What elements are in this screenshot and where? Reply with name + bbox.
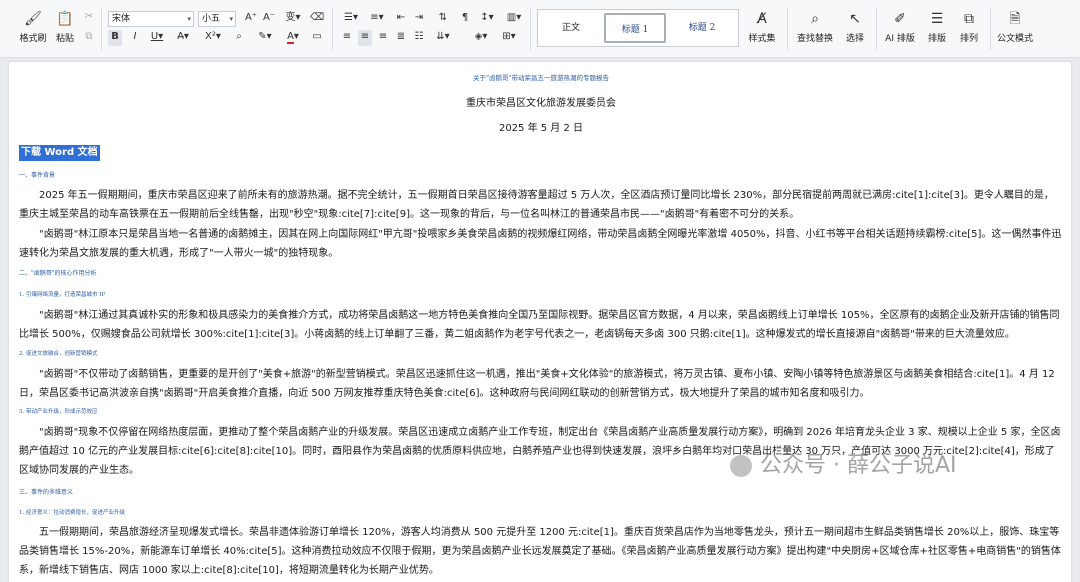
paragraph: "卤鹅哥"不仅带动了卤鹅销售，更重要的是开创了"美食+旅游"的新型营销模式。荣昌…	[19, 369, 1055, 399]
font-size-select[interactable]: 小五 ▾	[198, 11, 236, 27]
style-heading1[interactable]: 标题 1	[604, 13, 666, 43]
arrange-label: 排列	[959, 34, 978, 44]
chevron-down-icon: ▾	[187, 15, 191, 23]
format-painter-button[interactable]: 🖌 格式刷	[18, 10, 48, 44]
increase-indent-icon[interactable]: ⇥	[412, 11, 426, 27]
ai-layout-icon: ✐	[894, 11, 906, 27]
divider	[990, 8, 991, 50]
italic-icon[interactable]: I	[128, 30, 142, 46]
paragraph: "卤鹅哥"林江通过其真诚朴实的形象和极具感染力的美食推介方式，成功将荣昌卤鹅这一…	[19, 310, 1060, 340]
paragraph: "卤鹅哥"林江原本只是荣昌当地一名普通的卤鹅摊主，因其在网上向国际网红"甲亢哥"…	[19, 229, 1062, 259]
subsection-heading: 3. 带动产业升级，形成示范效应	[19, 409, 98, 415]
official-mode-label: 公文模式	[996, 34, 1033, 44]
find-replace-label: 查找替换	[796, 34, 833, 44]
download-word-link[interactable]: 下载 Word 文档	[19, 145, 100, 161]
shading-icon[interactable]: ◈▾	[470, 30, 492, 46]
subsection-heading: 2. 促进文旅融合，创新营销模式	[19, 351, 98, 357]
subscript-icon[interactable]: ⌕	[232, 30, 246, 46]
font-grow-icon[interactable]: A⁺	[244, 11, 258, 27]
style-normal[interactable]: 正文	[542, 13, 600, 43]
text-direction-icon[interactable]: ⇊▾	[432, 30, 454, 46]
subsection-heading: 1. 引爆网络流量，打造荣昌城市 IP	[19, 292, 106, 298]
paste-button[interactable]: 📋 粘贴	[50, 10, 80, 44]
bullets-icon[interactable]: ☰▾	[340, 11, 362, 27]
date-line: 2025 年 5 月 2 日	[498, 123, 584, 134]
format-painter-label: 格式刷	[19, 34, 47, 44]
align-right-icon[interactable]: ≡	[376, 30, 390, 46]
font-size-value: 小五	[202, 14, 221, 24]
font-name-select[interactable]: 宋体 ▾	[108, 11, 194, 27]
chevron-down-icon: ▾	[229, 15, 233, 23]
divider	[332, 8, 333, 50]
align-center-icon[interactable]: ≡	[358, 30, 372, 46]
section-heading: 二、"卤鹅哥"的核心作用分析	[19, 270, 97, 277]
style-heading2[interactable]: 标题 2	[670, 13, 734, 43]
ai-layout-button[interactable]: ✐ AI 排版	[882, 10, 918, 44]
arrange-icon: ⧉	[964, 11, 974, 27]
sort-icon[interactable]: ⇅	[432, 11, 454, 27]
divider	[101, 8, 102, 50]
justify-icon[interactable]: ≣	[394, 30, 408, 46]
highlight-icon[interactable]: ✎▾	[254, 30, 276, 46]
numbering-icon[interactable]: ≡▾	[366, 11, 388, 27]
font-color-icon[interactable]: A▾	[282, 30, 304, 46]
cut-icon[interactable]: ✂	[82, 10, 96, 26]
para-mark-icon[interactable]: ¶	[458, 11, 472, 27]
arrange-button[interactable]: ⧉ 排列	[954, 10, 984, 44]
section-heading: 一、事件背景	[19, 172, 56, 179]
divider	[787, 8, 788, 50]
official-mode-button[interactable]: 🗎 公文模式	[996, 10, 1034, 44]
watermark: 公众号 · 薛公子说AI	[730, 447, 957, 479]
style-set-button[interactable]: A̸ 样式集	[744, 10, 780, 44]
columns-icon[interactable]: ▥▾	[503, 11, 525, 27]
cursor-icon: ↖	[849, 11, 861, 27]
paste-label: 粘贴	[55, 34, 74, 44]
wechat-icon	[730, 455, 752, 477]
brush-icon: 🖌	[24, 11, 42, 27]
font-shrink-icon[interactable]: A⁻	[262, 11, 276, 27]
select-button[interactable]: ↖ 选择	[840, 10, 870, 44]
ai-layout-label: AI 排版	[885, 34, 915, 44]
layout-icon: ☰	[930, 11, 944, 27]
strikethrough-icon[interactable]: A̶▾	[172, 30, 194, 46]
clipboard-icon: 📋	[56, 11, 74, 27]
org-name: 重庆市荣昌区文化旅游发展委员会	[466, 98, 616, 109]
watermark-text: 公众号 · 薛公子说AI	[760, 453, 957, 478]
decrease-indent-icon[interactable]: ⇤	[394, 11, 408, 27]
select-label: 选择	[845, 34, 864, 44]
document-icon: 🗎	[1009, 11, 1021, 27]
ribbon-toolbar: 🖌 格式刷 📋 粘贴 ✂ ⧉ 宋体 ▾ 小五 ▾ A⁺ A⁻ 变▾ ⌫ B I U▾…	[0, 0, 1080, 58]
document-page[interactable]: 关于"卤鹅哥"带动荣昌五一旅游热潮的专题报告 重庆市荣昌区文化旅游发展委员会 2…	[9, 62, 1071, 582]
style-set-label: 样式集	[748, 34, 776, 44]
style-set-icon: A̸	[757, 11, 767, 27]
section-heading: 三、事件的多维意义	[19, 489, 74, 496]
phonetic-icon[interactable]: 变▾	[282, 11, 304, 27]
divider	[876, 8, 877, 50]
find-replace-button[interactable]: ⌕ 查找替换	[794, 10, 836, 44]
superscript-icon[interactable]: X²▾	[202, 30, 224, 46]
align-left-icon[interactable]: ≡	[340, 30, 354, 46]
copy-icon[interactable]: ⧉	[82, 30, 96, 46]
underline-icon[interactable]: U▾	[146, 30, 168, 46]
divider	[530, 8, 531, 50]
paragraph: 五一假期期间，荣昌旅游经济呈现爆发式增长。荣昌非遗体验游订单增长 120%，游客…	[19, 527, 1061, 576]
paragraph: 2025 年五一假期期间，重庆市荣昌区迎来了前所未有的旅游热潮。据不完全统计，五…	[19, 190, 1054, 220]
font-name-value: 宋体	[112, 14, 131, 24]
bold-icon[interactable]: B	[108, 30, 122, 46]
borders-icon[interactable]: ⊞▾	[498, 30, 520, 46]
layout-button[interactable]: ☰ 排版	[922, 10, 952, 44]
eraser-icon[interactable]: ⌫	[310, 11, 324, 27]
distribute-icon[interactable]: ☷	[412, 30, 426, 46]
layout-label: 排版	[927, 34, 946, 44]
line-spacing-icon[interactable]: ↕▾	[476, 11, 498, 27]
report-title: 关于"卤鹅哥"带动荣昌五一旅游热潮的专题报告	[473, 74, 609, 82]
subsection-heading: 1. 经济意义：拉动消费增长，促进产业升级	[19, 510, 125, 516]
char-border-icon[interactable]: ▭	[310, 30, 324, 46]
style-gallery: 正文 标题 1 标题 2	[537, 9, 739, 47]
search-icon: ⌕	[811, 11, 819, 27]
